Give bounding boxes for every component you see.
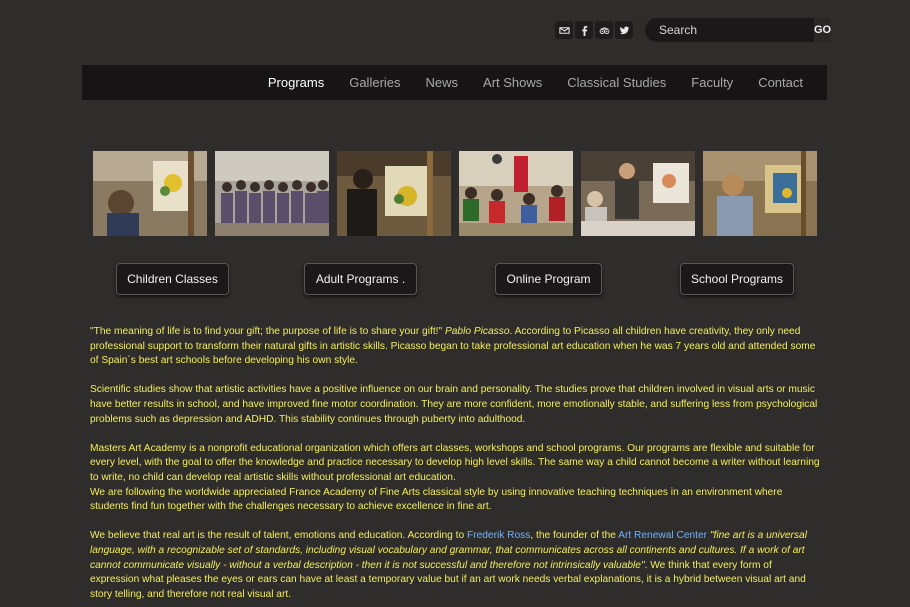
frederik-ross-link[interactable]: Frederik Ross	[467, 530, 530, 541]
nav-item-news[interactable]: News	[426, 75, 459, 90]
belief-text: We believe that real art is the result o…	[90, 530, 467, 542]
children-classes-button[interactable]: Children Classes	[116, 263, 229, 295]
photo-strip	[93, 151, 817, 236]
facebook-icon[interactable]	[575, 21, 593, 39]
tripadvisor-icon[interactable]	[595, 21, 613, 39]
search-input[interactable]	[645, 18, 814, 42]
belief-text-2: , the founder of the	[530, 530, 619, 542]
search-go-button[interactable]: GO	[814, 18, 832, 42]
intro-paragraph: "The meaning of life is to find your gif…	[90, 325, 822, 369]
academy-style-text: We are following the worldwide appreciat…	[90, 486, 783, 513]
nav-item-faculty[interactable]: Faculty	[691, 75, 733, 90]
adult-programs-button[interactable]: Adult Programs .	[304, 263, 417, 295]
academy-text: Masters Art Academy is a nonprofit educa…	[90, 442, 820, 483]
art-renewal-center-link[interactable]: Art Renewal Center	[618, 530, 707, 541]
online-program-button[interactable]: Online Program	[495, 263, 602, 295]
email-icon[interactable]	[555, 21, 573, 39]
quote-author: Pablo Picasso	[444, 326, 510, 337]
nav-item-classical-studies[interactable]: Classical Studies	[567, 75, 666, 90]
nav-item-galleries[interactable]: Galleries	[349, 75, 400, 90]
studies-paragraph: Scientific studies show that artistic ac…	[90, 384, 818, 425]
twitter-icon[interactable]	[615, 21, 633, 39]
picasso-quote: "The meaning of life is to find your gif…	[90, 326, 443, 337]
school-programs-button[interactable]: School Programs	[680, 263, 794, 295]
nav-item-programs[interactable]: Programs	[268, 75, 324, 90]
girl-painting-photo[interactable]	[703, 151, 817, 236]
children-painting-photo[interactable]	[93, 151, 207, 236]
academy-paragraph: Masters Art Academy is a nonprofit educa…	[90, 442, 822, 515]
belief-paragraph: We believe that real art is the result o…	[90, 529, 822, 602]
main-content: "The meaning of life is to find your gif…	[90, 325, 822, 607]
nav-item-art-shows[interactable]: Art Shows	[483, 75, 542, 90]
adult-painting-photo[interactable]	[337, 151, 451, 236]
classroom-photo[interactable]	[459, 151, 573, 236]
nav-item-contact[interactable]: Contact	[758, 75, 803, 90]
teacher-photo[interactable]	[581, 151, 695, 236]
search-bar: GO	[645, 18, 832, 42]
group-photo[interactable]	[215, 151, 329, 236]
social-icons	[555, 21, 633, 39]
main-nav: Programs Galleries News Art Shows Classi…	[82, 65, 827, 100]
